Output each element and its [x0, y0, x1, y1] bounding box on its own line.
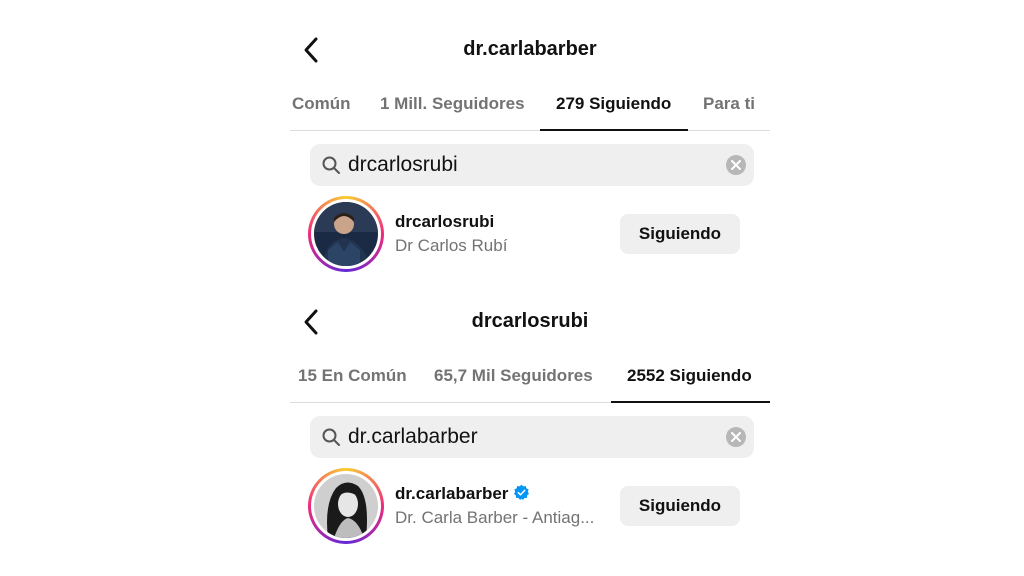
tab-followers[interactable]: 1 Mill. Seguidores [380, 94, 525, 114]
tab-bar: Común 1 Mill. Seguidores 279 Siguiendo P… [290, 86, 770, 131]
tab-bar: 15 En Común 65,7 Mil Seguidores 2552 Sig… [290, 358, 770, 403]
following-button[interactable]: Siguiendo [620, 486, 740, 526]
avatar [314, 474, 378, 538]
tab-mutual[interactable]: Común [292, 94, 351, 114]
header: dr.carlabarber [290, 28, 770, 72]
profile-title: drcarlosrubi [471, 310, 589, 332]
profile-title: dr.carlabarber [463, 38, 597, 60]
story-ring[interactable] [308, 196, 384, 272]
search-bar[interactable]: dr.carlabarber [310, 416, 754, 458]
following-button[interactable]: Siguiendo [620, 214, 740, 254]
tab-following[interactable]: 279 Siguiendo [556, 94, 671, 114]
search-icon [322, 156, 340, 174]
active-tab-indicator [611, 401, 770, 403]
clear-search-icon[interactable] [726, 155, 746, 175]
tab-for-you[interactable]: Para ti [703, 94, 755, 114]
search-icon [322, 428, 340, 446]
avatar [314, 202, 378, 266]
result-username: dr.carlabarber [395, 484, 530, 504]
search-input[interactable]: drcarlosrubi [348, 153, 458, 177]
active-tab-indicator [540, 129, 688, 131]
user-list-item[interactable]: drcarlosrubi Dr Carlos Rubí Siguiendo [308, 196, 754, 276]
clear-search-icon[interactable] [726, 427, 746, 447]
following-panel-carlosrubi: drcarlosrubi 15 En Común 65,7 Mil Seguid… [290, 272, 770, 544]
following-panel-carlabarber: dr.carlabarber Común 1 Mill. Seguidores … [290, 0, 770, 272]
story-ring[interactable] [308, 468, 384, 544]
search-input[interactable]: dr.carlabarber [348, 425, 478, 449]
result-username-text: dr.carlabarber [395, 484, 509, 503]
header: drcarlosrubi [290, 300, 770, 344]
tab-followers[interactable]: 65,7 Mil Seguidores [434, 366, 593, 386]
result-full-name: Dr Carlos Rubí [395, 236, 508, 255]
search-bar[interactable]: drcarlosrubi [310, 144, 754, 186]
result-username: drcarlosrubi [395, 212, 495, 231]
result-full-name: Dr. Carla Barber - Antiag... [395, 508, 595, 527]
user-list-item[interactable]: dr.carlabarber Dr. Carla Barber - Antiag… [308, 468, 754, 548]
verified-badge-icon [514, 484, 530, 500]
tab-following[interactable]: 2552 Siguiendo [627, 366, 752, 386]
tab-mutual[interactable]: 15 En Común [298, 366, 407, 386]
